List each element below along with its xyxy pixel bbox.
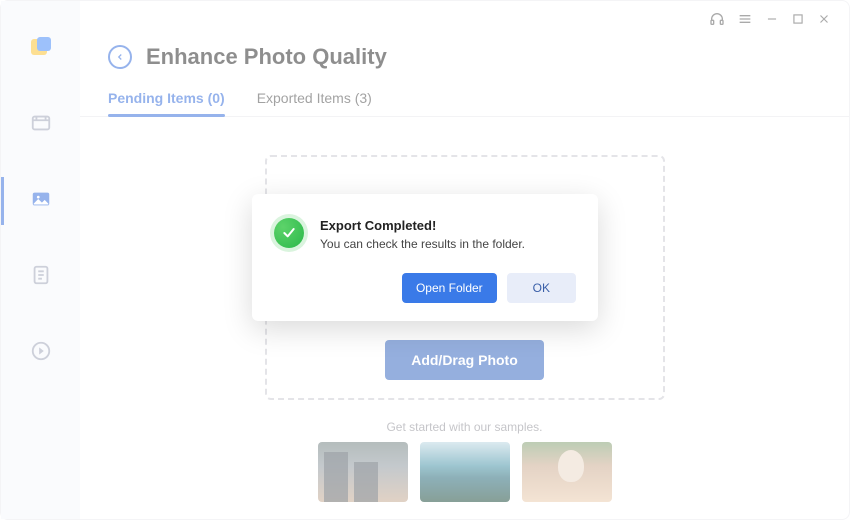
modal-content: Export Completed! You can check the resu… (274, 218, 576, 251)
ok-button[interactable]: OK (507, 273, 576, 303)
app-window: Enhance Photo Quality Pending Items (0) … (0, 0, 850, 520)
modal-message: You can check the results in the folder. (320, 237, 525, 251)
open-folder-button[interactable]: Open Folder (402, 273, 497, 303)
modal-text: Export Completed! You can check the resu… (320, 218, 525, 251)
check-icon (274, 218, 304, 248)
export-completed-modal: Export Completed! You can check the resu… (252, 194, 598, 321)
modal-actions: Open Folder OK (274, 273, 576, 303)
modal-title: Export Completed! (320, 218, 525, 233)
